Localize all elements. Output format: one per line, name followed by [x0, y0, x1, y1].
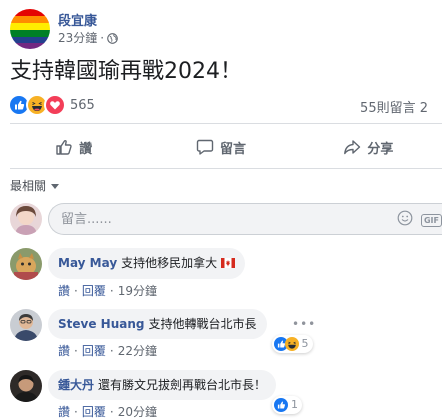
- meta-dot: ·: [74, 283, 78, 298]
- comment-reaction-count: 5: [301, 337, 309, 350]
- comment-text: 還有勝文兄拔劍再戰台北市長！: [98, 378, 267, 392]
- like-label: 讚: [79, 141, 93, 157]
- share-label: 分享: [367, 141, 394, 157]
- comment-meta: 讚 · 回覆 · 22分鐘: [48, 342, 267, 359]
- comment-reply-link[interactable]: 回覆: [82, 403, 106, 420]
- like-button[interactable]: 讚: [0, 138, 147, 157]
- comment-bubble: May May 支持他移民加拿大: [48, 248, 246, 279]
- commenter-name[interactable]: 鍾大丹: [58, 378, 94, 392]
- comment-button[interactable]: 留言: [147, 138, 294, 157]
- canada-flag-icon: [221, 256, 236, 272]
- comment-reactions[interactable]: 1: [272, 396, 303, 414]
- emoji-icon[interactable]: [397, 210, 413, 230]
- meta-separator: ·: [100, 30, 105, 45]
- share-arrow-icon: [344, 140, 361, 155]
- comment-like-link[interactable]: 讚: [58, 282, 70, 299]
- post-timestamp[interactable]: 23分鐘: [58, 30, 97, 46]
- meta-dot: ·: [74, 343, 78, 358]
- comment-composer: GIF: [10, 201, 442, 237]
- divider: [10, 123, 442, 124]
- comment-like-link[interactable]: 讚: [58, 342, 70, 359]
- caret-down-icon: [51, 183, 60, 189]
- comment-reply-link[interactable]: 回覆: [82, 342, 106, 359]
- comment-reactions[interactable]: 5: [271, 335, 313, 353]
- comment-label: 留言: [219, 141, 246, 157]
- divider: [10, 168, 442, 169]
- comment-timestamp[interactable]: 22分鐘: [118, 342, 157, 359]
- reaction-count[interactable]: 565: [70, 98, 95, 113]
- reaction-summary: 565 55則留言 2: [8, 94, 442, 116]
- globe-icon[interactable]: [107, 32, 118, 44]
- comment-timestamp[interactable]: 20分鐘: [118, 403, 157, 420]
- comment-bubble: Steve Huang 支持他轉戰台北市長 5: [48, 309, 313, 353]
- commenter-name[interactable]: May May: [58, 256, 117, 270]
- comment-text: 支持他轉戰台北市長: [148, 317, 257, 331]
- like-icon: [274, 398, 289, 412]
- sort-label: 最相關: [10, 179, 47, 193]
- comment-item: May May 支持他移民加拿大 讚 · 回覆 · 19分鐘: [10, 248, 246, 299]
- action-bar: 讚 留言 分享: [0, 126, 442, 168]
- comment-text: 支持他移民加拿大: [121, 256, 218, 270]
- commenter-avatar[interactable]: [10, 309, 42, 341]
- meta-dot: ·: [109, 343, 114, 358]
- comment-input-box[interactable]: GIF: [48, 203, 442, 235]
- comment-reaction-count: 1: [291, 398, 299, 411]
- comment-item: Steve Huang 支持他轉戰台北市長 5 讚 · 回覆 · 22分鐘: [10, 309, 313, 359]
- composer-tools: GIF: [397, 210, 442, 230]
- comment-meta: 讚 · 回覆 · 20分鐘: [48, 403, 276, 420]
- comment-timestamp[interactable]: 19分鐘: [118, 282, 157, 299]
- commenter-avatar[interactable]: [10, 248, 42, 280]
- comment-bubble-icon: [196, 139, 214, 155]
- meta-dot: ·: [109, 404, 114, 419]
- current-user-avatar[interactable]: [10, 203, 42, 235]
- comment-reply-link[interactable]: 回覆: [82, 282, 106, 299]
- meta-dot: ·: [74, 404, 78, 419]
- comment-sort-dropdown[interactable]: 最相關: [10, 177, 60, 194]
- haha-icon: [284, 337, 299, 351]
- comment-like-link[interactable]: 讚: [58, 403, 70, 420]
- commenter-name[interactable]: Steve Huang: [58, 317, 144, 331]
- gif-icon[interactable]: GIF: [420, 213, 442, 227]
- thumbs-up-icon: [56, 140, 72, 155]
- post-header: 段宜康 23分鐘 ·: [10, 9, 118, 49]
- comment-meta: 讚 · 回覆 · 19分鐘: [48, 282, 245, 299]
- comment-input[interactable]: [61, 211, 311, 227]
- comment-item: 鍾大丹 還有勝文兄拔劍再戰台北市長！ 1 讚 · 回覆 · 20分鐘: [10, 370, 303, 420]
- more-options-icon[interactable]: •••: [292, 317, 316, 331]
- reaction-icons[interactable]: [8, 94, 66, 116]
- meta-dot: ·: [109, 283, 114, 298]
- post-text: 支持韓國瑜再戰2024！: [10, 59, 242, 84]
- author-name[interactable]: 段宜康: [58, 13, 118, 30]
- comment-bubble: 鍾大丹 還有勝文兄拔劍再戰台北市長！ 1: [48, 370, 303, 414]
- share-button[interactable]: 分享: [295, 138, 442, 157]
- comment-count[interactable]: 55則留言 2: [360, 97, 428, 116]
- author-avatar[interactable]: [10, 9, 50, 49]
- love-icon: [44, 94, 66, 116]
- commenter-avatar[interactable]: [10, 370, 42, 402]
